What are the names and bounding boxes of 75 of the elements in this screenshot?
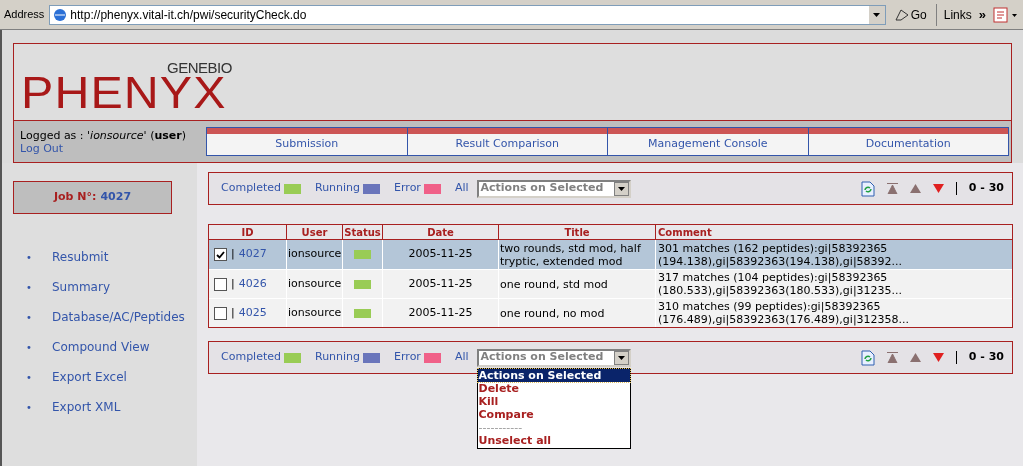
sidebar-link[interactable]: Export Excel [52,368,127,386]
menu-option[interactable]: Delete [477,381,630,395]
status-filter-link[interactable]: Completed [221,349,281,366]
bullet: • [26,280,33,295]
column-header: Status [342,225,382,239]
bullet: • [26,250,33,265]
menu-option[interactable]: Unselect all [477,433,630,447]
menu-option[interactable]: Actions on Selected [477,368,630,382]
chevron[interactable]: » [978,4,986,25]
table-cell: 310 matches (99 peptides):gi|58392365 (176.489),gi|58392363(176.489),gi|312358... [655,299,1012,327]
first-page-icon[interactable] [886,183,898,194]
table-cell: ionsource [286,299,342,327]
sidebar-link[interactable]: Resubmit [52,248,109,266]
sidebar-link[interactable]: Summary [52,278,110,296]
logo-subtitle: GENEBIO [167,61,232,75]
column-header: Date [382,225,498,239]
id-separator: | [231,246,235,263]
go-button[interactable]: Go [888,5,933,24]
bullet: • [26,400,33,415]
up-arrow-icon[interactable] [909,184,921,193]
table-cell: one round, no mod [498,299,655,327]
table-cell: 2005-11-25 [382,299,498,327]
row-checkbox[interactable] [214,248,227,261]
logo: PHENYX [21,75,227,111]
page-icon [52,6,69,23]
sidebar-link[interactable]: Compound View [52,338,150,356]
actions-select[interactable]: Actions on Selected [476,348,631,367]
sidebar-link[interactable]: Export XML [52,398,121,416]
bullet: • [26,370,33,385]
id-separator: | [231,304,235,321]
table-row[interactable]: | 4027 ionsource 2005-11-25 two rounds, std mod, half tryptic, extended mod 301 matches (162 peptides):gi|58392365 (194.138),gi|58392363(194.138),gi|58392... [209,240,1012,269]
up-arrow-icon[interactable] [909,353,921,362]
menu-option[interactable]: Compare [477,407,630,421]
actions-select[interactable]: Actions on Selected [476,179,631,198]
status-filter-link[interactable]: Running [315,180,361,197]
column-header: Comment [655,225,1012,239]
status-filter-link[interactable]: Error [394,349,421,366]
job-number: 4027 [100,189,132,206]
refresh-icon[interactable] [860,349,875,366]
url-field[interactable]: http://phenyx.vital-it.ch/pwi/securityCheck.do [49,4,886,25]
bullet: • [26,340,33,355]
first-page-icon[interactable] [886,352,898,363]
menu-separator: ----------- [477,420,524,434]
all-filter-link[interactable]: All [454,180,469,197]
id-separator: | [231,275,235,292]
job-id-link[interactable]: 4025 [238,304,267,322]
down-arrow-icon[interactable] [932,353,944,362]
all-filter-link[interactable]: All [454,349,469,366]
column-header: ID [240,226,255,239]
links-button[interactable]: Links [939,5,976,24]
logout-link[interactable]: Log Out [20,141,64,155]
page-range: 0 - 30 [968,349,1004,366]
pdf-icon[interactable] [993,5,1019,24]
column-header: Title [498,225,655,239]
row-checkbox[interactable] [214,277,227,291]
bullet: • [26,310,33,325]
table-row[interactable]: | 4026 ionsource 2005-11-25 one round, std mod 317 matches (104 peptides):gi|58392365 (180.533),gi|58392363(180.533),gi|31235... [209,269,1012,298]
job-label: Job N°: [53,189,97,206]
job-id-link[interactable]: 4027 [238,246,267,263]
job-id-link[interactable]: 4026 [238,275,267,293]
status-filter-link[interactable]: Running [315,349,361,366]
checkmark-icon [216,250,225,259]
column-header: User [286,225,342,239]
logged-in-text: Logged as : 'ionsource' (user) [20,128,187,142]
page-range: 0 - 30 [968,180,1004,197]
table-row[interactable]: | 4025 ionsource 2005-11-25 one round, no mod 310 matches (99 peptides):gi|58392365 (176.489),gi|58392363(176.489),gi|312358... [209,298,1012,327]
down-arrow-icon[interactable] [932,184,944,193]
go-arrow-icon [894,8,909,21]
row-checkbox[interactable] [214,306,227,320]
sidebar-link[interactable]: Database/AC/Peptides [52,308,185,326]
status-filter-link[interactable]: Completed [221,180,281,197]
menu-option[interactable]: Kill [477,394,630,408]
status-filter-link[interactable]: Error [394,180,421,197]
address-label: Address [4,7,45,23]
refresh-icon[interactable] [860,180,875,197]
